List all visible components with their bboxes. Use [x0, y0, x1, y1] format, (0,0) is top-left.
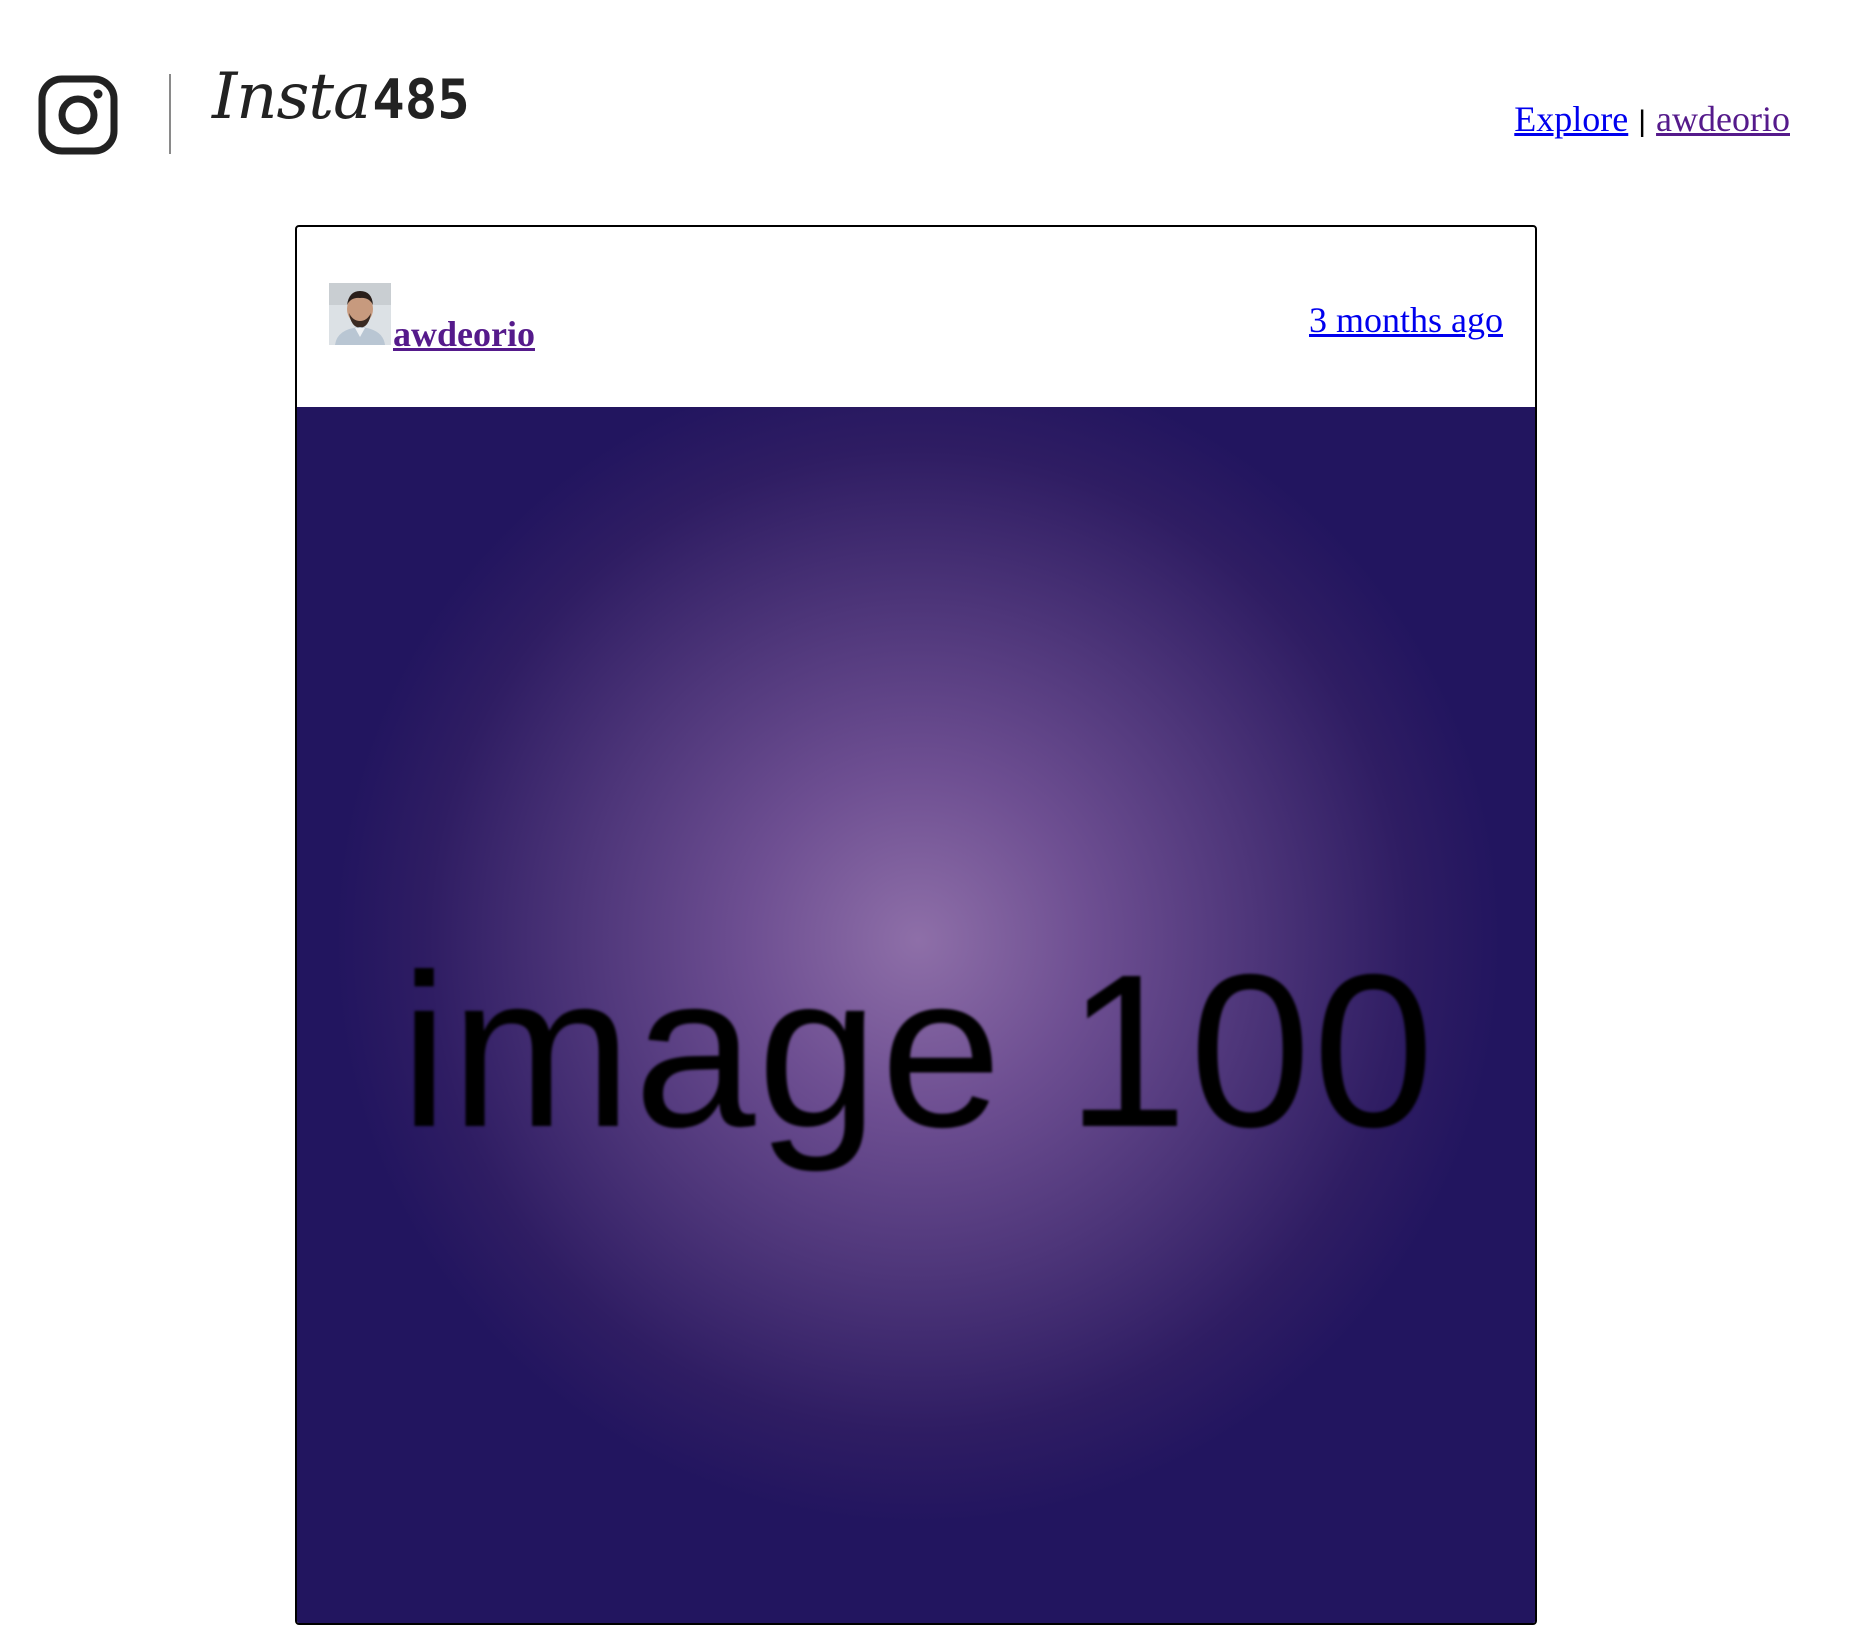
- post-timestamp-link[interactable]: 3 months ago: [1309, 299, 1503, 341]
- post-header: awdeorio 3 months ago: [297, 227, 1535, 407]
- logo-divider: [169, 74, 171, 154]
- post-image[interactable]: image 100: [297, 407, 1535, 1623]
- instagram-camera-icon[interactable]: [38, 75, 118, 155]
- explore-link[interactable]: Explore: [1514, 99, 1628, 139]
- post-card: awdeorio 3 months ago image 100: [295, 225, 1537, 1625]
- brand-logo[interactable]: Insta 485: [212, 60, 470, 160]
- post-owner-link[interactable]: awdeorio: [393, 313, 535, 355]
- brand-script: Insta: [212, 60, 371, 134]
- top-nav: Explore | awdeorio: [1514, 98, 1790, 140]
- top-bar: Insta 485 Explore | awdeorio: [0, 0, 1858, 200]
- user-avatar-photo: [329, 283, 391, 345]
- nav-separator: |: [1638, 105, 1647, 138]
- user-profile-link[interactable]: awdeorio: [1656, 99, 1790, 139]
- post-image-caption: image 100: [399, 930, 1437, 1173]
- brand-number: 485: [372, 68, 470, 131]
- avatar[interactable]: [329, 283, 391, 345]
